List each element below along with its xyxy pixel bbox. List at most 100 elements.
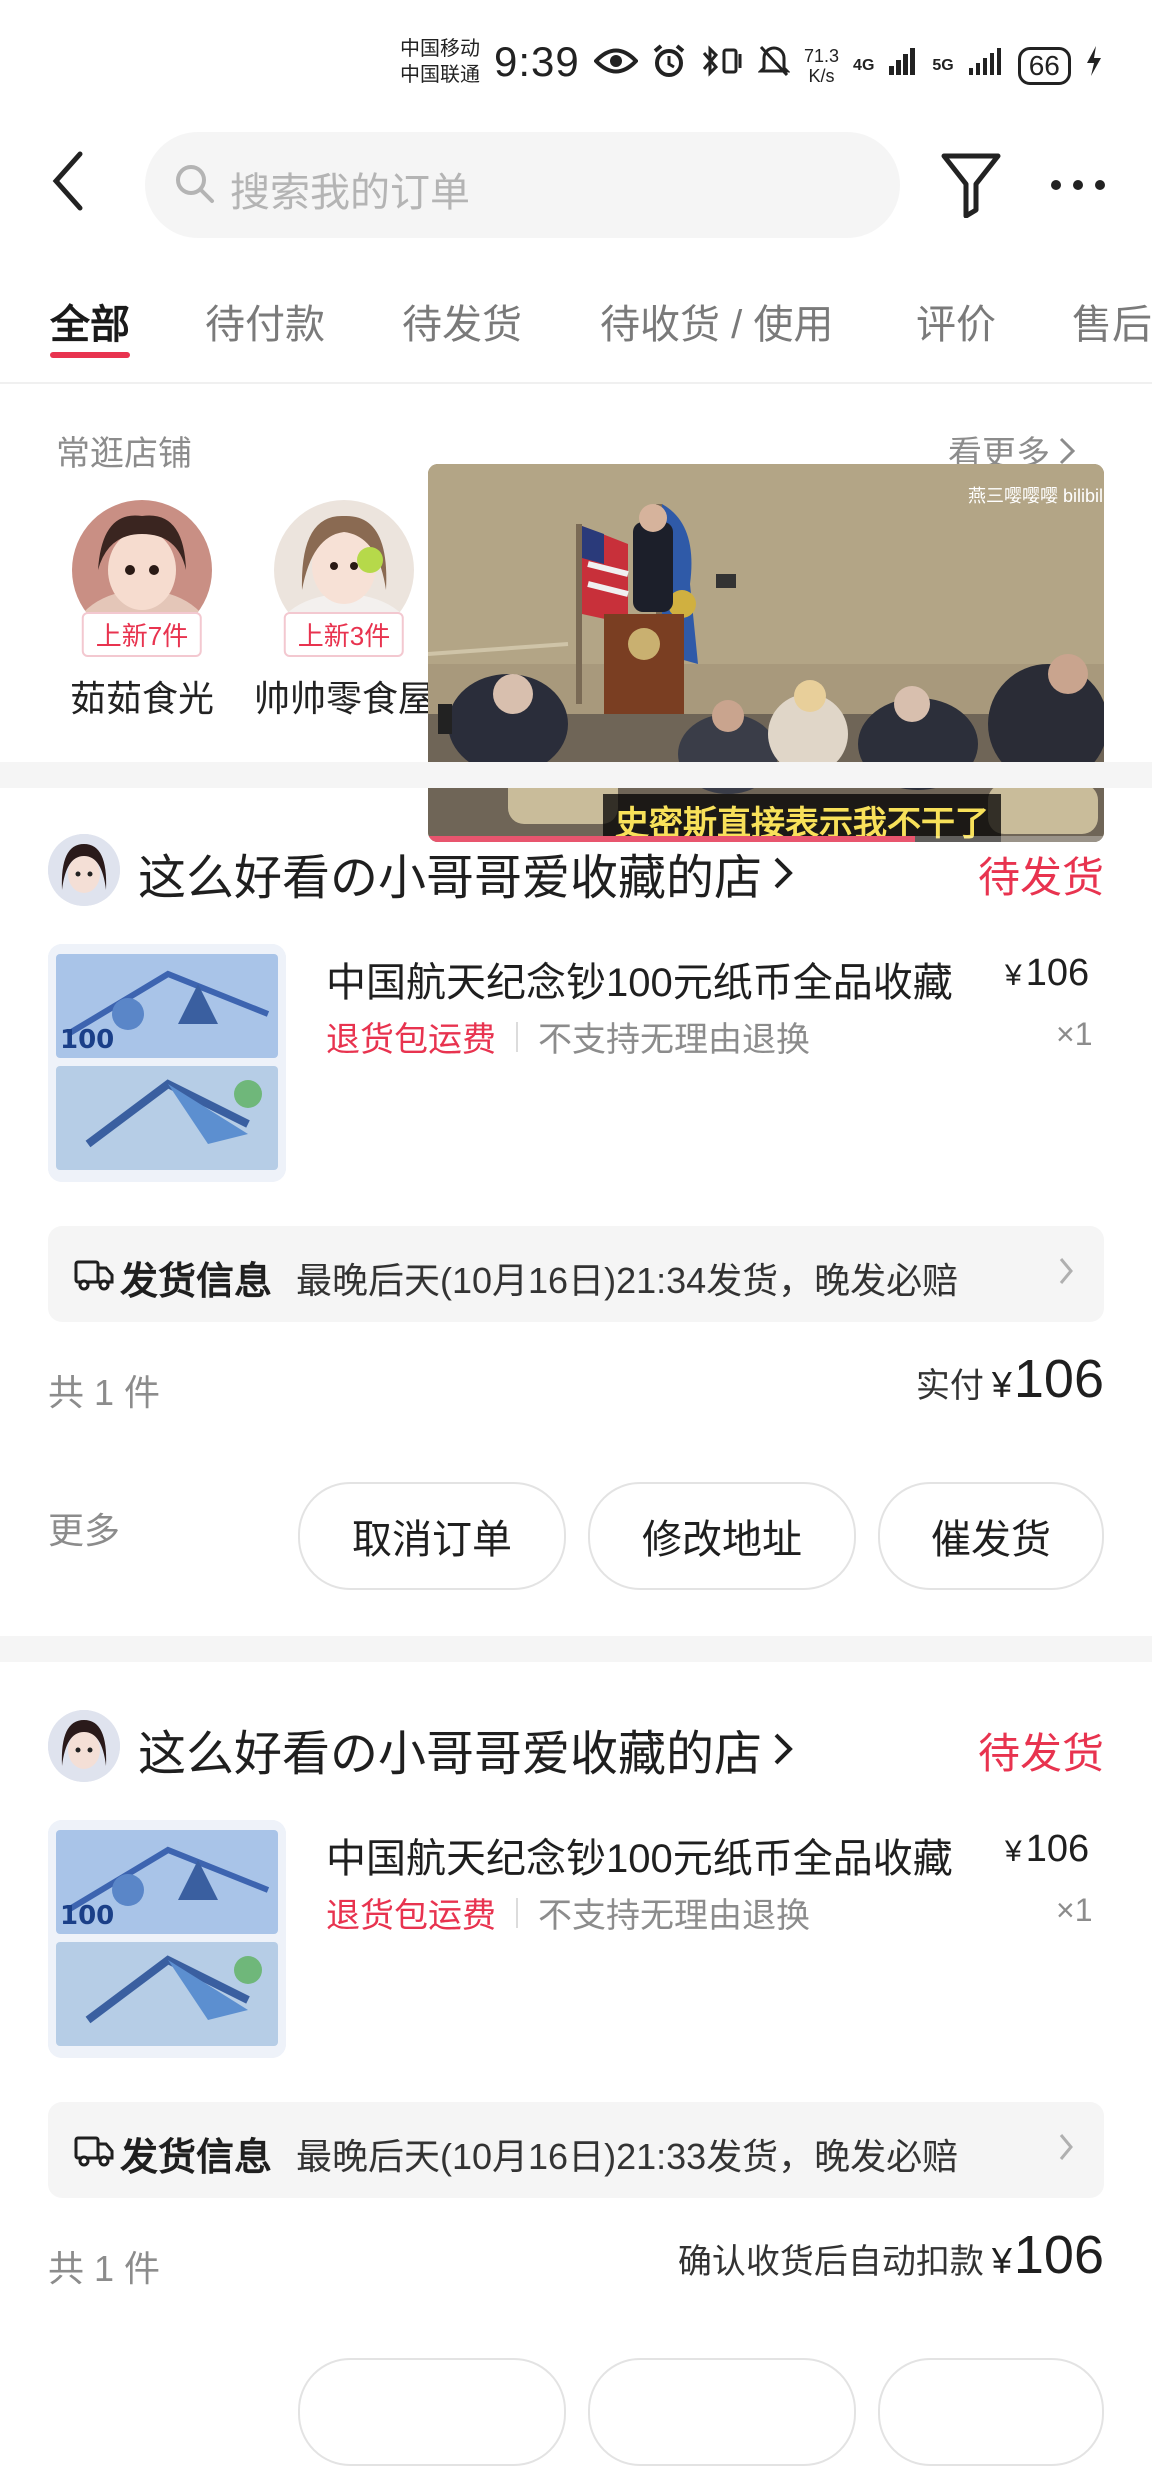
chevron-right-icon xyxy=(1059,437,1076,464)
no-return-tag: 不支持无理由退换 xyxy=(538,1021,810,1059)
filter-button[interactable] xyxy=(940,150,1002,223)
search-bar[interactable]: 搜索我的订单 xyxy=(145,132,900,238)
truck-icon xyxy=(74,2132,114,2173)
currency-symbol: ¥ xyxy=(1005,1835,1022,1868)
tag-divider xyxy=(516,1021,518,1052)
shipping-info-text: 最晚后天(10月16日)21:33发货，晚发必赔 xyxy=(296,2136,959,2177)
network-speed: 71.3 K/s xyxy=(804,46,839,86)
eye-icon xyxy=(593,46,639,85)
filter-icon xyxy=(941,153,1001,219)
order-status: 待发货 xyxy=(978,1730,1105,1777)
shop-item[interactable]: 上新7件 茹茹食光 xyxy=(52,500,232,722)
charging-icon xyxy=(1085,45,1103,86)
product-price: ¥106 xyxy=(1005,952,1089,995)
price-value: 106 xyxy=(1025,1828,1090,1870)
shipping-info-row[interactable]: 发货信息 最晚后天(10月16日)21:34发货，晚发必赔 xyxy=(48,1226,1104,1322)
svg-text:100: 100 xyxy=(60,1025,114,1055)
product-tags: 退货包运费 不支持无理由退换 xyxy=(326,1012,810,1061)
item-count: 共 1 件 xyxy=(48,2248,161,2289)
order-action-button[interactable] xyxy=(588,2358,856,2466)
tab-all[interactable]: 全部 xyxy=(50,292,130,350)
product-quantity: ×1 xyxy=(1056,1892,1093,1928)
chevron-left-icon xyxy=(52,151,83,211)
network-5g: 5G xyxy=(932,56,954,74)
shop-item[interactable]: 上新3件 帅帅零食屋 xyxy=(254,500,434,722)
battery-indicator: 66 xyxy=(1017,46,1071,85)
shop-avatar[interactable] xyxy=(48,834,120,906)
item-count: 共 1 件 xyxy=(48,1372,161,1413)
chevron-right-icon xyxy=(1058,1256,1074,1291)
free-return-shipping-tag: 退货包运费 xyxy=(326,1897,496,1935)
paid-amount: 实付 ¥ 106 xyxy=(916,1348,1104,1410)
chevron-right-icon xyxy=(1058,2132,1074,2167)
product-title[interactable]: 中国航天纪念钞100元纸币全品收藏 xyxy=(326,1826,976,1884)
search-input-placeholder[interactable]: 搜索我的订单 xyxy=(230,160,470,218)
paid-label: 确认收货后自动扣款 xyxy=(677,2243,984,2281)
divider xyxy=(0,382,1152,384)
paid-value: 106 xyxy=(1013,2225,1104,2285)
signal-icon-2 xyxy=(968,46,1004,85)
product-price: ¥106 xyxy=(1005,1828,1089,1871)
order-card: 这么好看の小哥哥爱收藏的店 待发货 100 中国航天纪念钞100元纸币全品收藏 … xyxy=(0,1710,1152,2466)
tab-active-indicator xyxy=(50,352,130,358)
network-4g: 4G xyxy=(853,56,875,74)
shop-link[interactable]: 这么好看の小哥哥爱收藏的店 xyxy=(138,838,794,908)
speed-value: 71.3 xyxy=(804,45,840,66)
change-address-button[interactable]: 修改地址 xyxy=(588,1482,856,1590)
shop-link[interactable]: 这么好看の小哥哥爱收藏的店 xyxy=(138,1714,794,1784)
signal-icon xyxy=(888,46,918,85)
order-action-button[interactable] xyxy=(298,2358,566,2466)
paid-amount: 确认收货后自动扣款 ¥ 106 xyxy=(678,2224,1104,2286)
order-card: 这么好看の小哥哥爱收藏的店 待发货 100 中国航天纪念钞100元纸币全品收藏 … xyxy=(0,834,1152,1614)
section-gap xyxy=(0,762,1152,788)
product-image[interactable]: 100 xyxy=(48,944,286,1182)
no-return-tag: 不支持无理由退换 xyxy=(538,1897,810,1935)
urge-shipment-button[interactable]: 催发货 xyxy=(878,1482,1104,1590)
tab-pending-receipt[interactable]: 待收货 / 使用 xyxy=(600,292,833,350)
shop-avatar[interactable] xyxy=(48,1710,120,1782)
status-icons: 71.3 K/s 4G 5G 66 xyxy=(593,44,1103,87)
speed-unit: K/s xyxy=(808,65,835,86)
bluetooth-vibrate-icon xyxy=(700,44,744,87)
product-quantity: ×1 xyxy=(1056,1016,1093,1052)
order-action-button[interactable] xyxy=(878,2358,1104,2466)
shop-name: 茹茹食光 xyxy=(69,678,214,719)
new-items-badge: 上新3件 xyxy=(283,612,405,657)
shipping-info-label: 发货信息 xyxy=(120,2137,273,2179)
back-button[interactable] xyxy=(48,150,98,220)
carrier-2: 中国联通 xyxy=(400,64,480,86)
product-title[interactable]: 中国航天纪念钞100元纸币全品收藏 xyxy=(326,950,976,1008)
shipping-info-row[interactable]: 发货信息 最晚后天(10月16日)21:33发货，晚发必赔 xyxy=(48,2102,1104,2198)
ellipsis-icon xyxy=(1051,180,1105,190)
tab-pending-shipment[interactable]: 待发货 xyxy=(402,292,522,350)
more-actions-link[interactable]: 更多 xyxy=(48,1502,120,1554)
frequent-shops-title: 常逛店铺 xyxy=(56,435,192,473)
currency-symbol: ¥ xyxy=(991,1364,1012,1405)
tab-pending-payment[interactable]: 待付款 xyxy=(205,292,325,350)
paid-label: 实付 xyxy=(915,1367,984,1405)
currency-symbol: ¥ xyxy=(991,2240,1012,2281)
alarm-icon xyxy=(652,44,686,87)
currency-symbol: ¥ xyxy=(1005,959,1022,992)
shop-name: 帅帅零食屋 xyxy=(254,678,435,719)
mute-icon xyxy=(757,44,791,87)
tab-after-sales[interactable]: 售后 xyxy=(1072,292,1152,350)
more-options-button[interactable] xyxy=(1048,150,1108,205)
shipping-info-text: 最晚后天(10月16日)21:34发货，晚发必赔 xyxy=(296,1260,959,1301)
clock: 9:39 xyxy=(494,38,580,85)
new-items-badge: 上新7件 xyxy=(81,612,203,657)
tab-review[interactable]: 评价 xyxy=(916,292,996,350)
paid-value: 106 xyxy=(1013,1349,1104,1409)
free-return-shipping-tag: 退货包运费 xyxy=(326,1021,496,1059)
video-watermark: 燕三嘤嘤嘤 bilibili xyxy=(968,486,1104,506)
cancel-order-button[interactable]: 取消订单 xyxy=(298,1482,566,1590)
section-gap xyxy=(0,1636,1152,1662)
chevron-right-icon xyxy=(774,857,793,889)
shipping-info-label: 发货信息 xyxy=(120,1261,273,1303)
chevron-right-icon xyxy=(774,1733,793,1765)
svg-text:100: 100 xyxy=(60,1901,114,1931)
truck-icon xyxy=(74,1256,114,1297)
product-image[interactable]: 100 xyxy=(48,1820,286,2058)
carrier-info: 中国移动 中国联通 xyxy=(400,36,480,88)
shop-name: 这么好看の小哥哥爱收藏的店 xyxy=(138,1728,763,1781)
